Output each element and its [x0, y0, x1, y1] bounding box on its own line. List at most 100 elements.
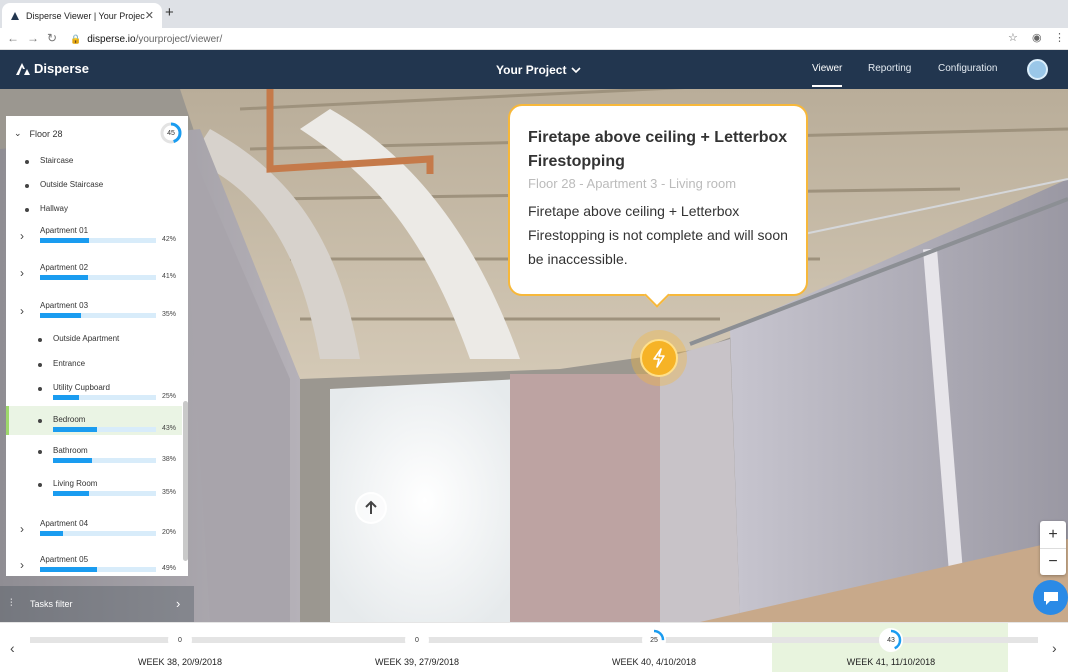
sidebar-item-label: Hallway — [24, 204, 69, 213]
forward-icon[interactable]: → — [27, 31, 39, 45]
zoom-control: + − — [1040, 521, 1066, 575]
sidebar-item-label: Apartment 03 — [40, 301, 89, 310]
sliders-icon: ⫶ — [10, 598, 13, 609]
chevron-right-icon[interactable]: › — [20, 522, 24, 536]
tab-title: Disperse Viewer | Your Project — [26, 10, 145, 21]
bookmark-star-icon[interactable]: ☆ — [1008, 31, 1018, 44]
sidebar-scrollbar[interactable] — [183, 401, 188, 561]
menu-dots-icon[interactable]: ⋮ — [1054, 31, 1065, 44]
progress-percent: 25% — [162, 393, 177, 400]
progress-bar — [53, 395, 156, 400]
progress-fill — [40, 567, 97, 572]
logo-text: Disperse — [34, 61, 89, 76]
week-progress-value: 0 — [178, 636, 182, 644]
sidebar-item-label: Apartment 05 — [40, 555, 89, 564]
navigate-arrow-button[interactable] — [355, 492, 387, 524]
progress-fill — [53, 395, 79, 400]
progress-fill — [40, 275, 88, 280]
back-icon[interactable]: ← — [7, 31, 19, 45]
browser-tab[interactable]: Disperse Viewer | Your Project ✕ — [2, 3, 162, 28]
progress-bar — [53, 491, 156, 496]
progress-percent: 43% — [162, 425, 177, 432]
tooltip-body: Firetape above ceiling + Letterbox Fires… — [528, 203, 788, 267]
week-progress-value: 25 — [650, 636, 658, 644]
floor-header[interactable]: ⌄ Floor 28 — [14, 128, 63, 139]
progress-percent: 20% — [162, 529, 177, 536]
progress-percent: 35% — [162, 311, 177, 318]
browser-tab-bar: Disperse Viewer | Your Project ✕ + — [0, 0, 1068, 28]
progress-percent: 42% — [162, 236, 177, 243]
floor-progress-value: 45 — [167, 130, 175, 137]
sidebar-item-label: Entrance — [37, 359, 86, 368]
user-avatar[interactable] — [1027, 59, 1048, 80]
sidebar-item-label: Living Room — [37, 479, 98, 488]
nav-viewer[interactable]: Viewer — [812, 63, 843, 87]
sidebar-item-label: Staircase — [24, 156, 74, 165]
sidebar-item-label: Apartment 04 — [40, 519, 89, 528]
profile-icon[interactable]: ◉ — [1032, 31, 1042, 44]
reload-icon[interactable]: ↻ — [47, 31, 57, 45]
tasks-filter-label: Tasks filter — [30, 599, 73, 609]
lightning-icon — [640, 339, 678, 377]
week-progress-dot[interactable]: 0 — [168, 628, 192, 652]
task-hotspot[interactable] — [631, 330, 687, 386]
sidebar-item-label: Outside Apartment — [37, 334, 120, 343]
chat-icon — [1043, 591, 1058, 605]
chevron-down-icon: ⌄ — [14, 128, 22, 138]
sidebar-item-label: Outside Staircase — [24, 180, 104, 189]
week-progress-dot[interactable]: 0 — [405, 628, 429, 652]
progress-fill — [40, 238, 89, 243]
address-field[interactable]: 🔒 disperse.io /yourproject/viewer/ — [70, 31, 1030, 47]
week-progress-dot[interactable]: 25 — [642, 628, 666, 652]
chevron-right-icon[interactable]: › — [20, 558, 24, 572]
lock-icon: 🔒 — [70, 33, 82, 44]
progress-fill — [40, 531, 64, 536]
progress-fill — [53, 458, 93, 463]
nav-reporting[interactable]: Reporting — [868, 63, 911, 74]
project-name: Your Project — [496, 63, 567, 77]
progress-percent: 35% — [162, 489, 177, 496]
progress-fill — [40, 313, 81, 318]
tasks-filter-button[interactable]: ⫶ Tasks filter › — [0, 586, 194, 622]
tooltip-location: Floor 28 - Apartment 3 - Living room — [528, 176, 737, 191]
progress-bar — [40, 567, 156, 572]
browser-url-bar: ← → ↻ 🔒 disperse.io /yourproject/viewer/… — [0, 28, 1068, 50]
progress-fill — [53, 491, 90, 496]
close-tab-icon[interactable]: ✕ — [145, 9, 154, 22]
zoom-out-button[interactable]: − — [1040, 548, 1066, 575]
timeline-prev-icon[interactable]: ‹ — [10, 640, 15, 656]
week-label[interactable]: WEEK 39, 27/9/2018 — [317, 657, 517, 667]
timeline-next-icon[interactable]: › — [1052, 640, 1057, 656]
chevron-right-icon[interactable]: › — [20, 266, 24, 280]
disperse-logo-icon — [16, 62, 30, 75]
sidebar-item-label: Utility Cupboard — [38, 383, 110, 392]
app-header: Disperse Your Project Viewer Reporting C… — [0, 50, 1068, 89]
project-selector[interactable]: Your Project — [496, 63, 582, 77]
new-tab-icon[interactable]: + — [165, 4, 174, 21]
nav-configuration[interactable]: Configuration — [938, 63, 997, 74]
progress-fill — [53, 427, 98, 432]
week-label[interactable]: WEEK 40, 4/10/2018 — [554, 657, 754, 667]
chevron-right-icon: › — [176, 596, 181, 611]
chevron-right-icon[interactable]: › — [20, 304, 24, 318]
disperse-favicon-icon — [11, 11, 19, 20]
zoom-in-button[interactable]: + — [1040, 521, 1066, 548]
progress-bar — [53, 458, 156, 463]
chevron-right-icon[interactable]: › — [20, 229, 24, 243]
task-tooltip: Firetape above ceiling + Letterbox Fires… — [508, 104, 808, 296]
disperse-logo[interactable]: Disperse — [16, 61, 89, 76]
sidebar-item-label: Bedroom — [37, 415, 86, 424]
sidebar-item-label: Bathroom — [38, 446, 88, 455]
progress-bar — [53, 427, 156, 432]
chat-button[interactable] — [1033, 580, 1068, 615]
chevron-down-icon — [571, 67, 582, 73]
week-progress-value: 0 — [415, 636, 419, 644]
progress-percent: 49% — [162, 565, 177, 572]
url-domain: disperse.io — [87, 33, 136, 45]
progress-bar — [40, 238, 156, 243]
progress-bar — [40, 275, 156, 280]
week-label[interactable]: WEEK 38, 20/9/2018 — [80, 657, 280, 667]
week-label[interactable]: WEEK 41, 11/10/2018 — [791, 657, 991, 667]
url-path: /yourproject/viewer/ — [135, 33, 223, 45]
week-progress-dot[interactable]: 43 — [879, 628, 903, 652]
